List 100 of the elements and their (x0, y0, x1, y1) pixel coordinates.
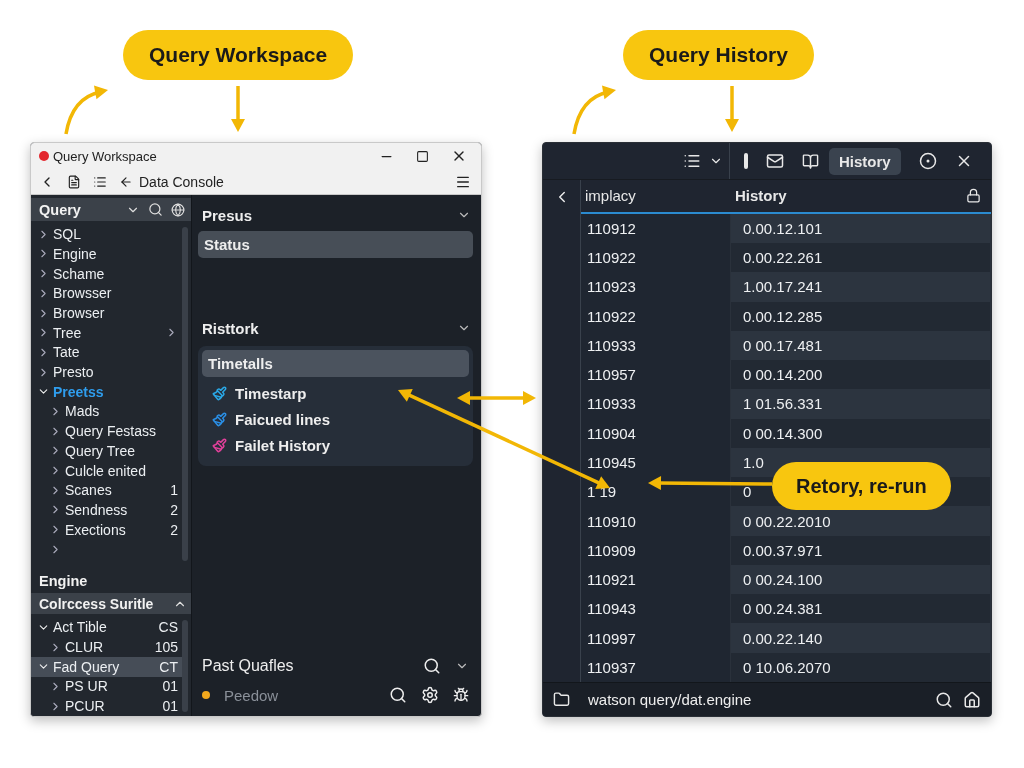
section-title: Colrccess Suritle (39, 595, 154, 612)
home-icon[interactable] (963, 690, 981, 709)
column-header[interactable]: History (735, 187, 787, 205)
tree-label: Browsser (53, 285, 113, 302)
scrollbar[interactable] (182, 620, 188, 712)
curved-arrow (572, 85, 616, 135)
tree-label: Browser (53, 305, 106, 321)
status-dot-icon (39, 151, 49, 161)
tree-row[interactable]: PS UR 01 (31, 676, 182, 697)
tree-label: PS UR (65, 678, 109, 695)
tree-label: Sendness (65, 501, 129, 518)
table-cell: 0.00.22.261 (731, 243, 991, 273)
table-cell: 0 00.14.200 (731, 360, 991, 390)
tree-row[interactable]: Scanes 1 (31, 480, 182, 501)
tree-row[interactable]: Browsser (31, 283, 182, 304)
tree-row[interactable]: Schame (31, 263, 182, 284)
toolbar-title: Data Console (139, 173, 224, 190)
tree-row[interactable]: Browser (31, 303, 182, 323)
tree-label: Tate (53, 344, 81, 361)
item-count: 2 (170, 501, 178, 518)
table-cell: 1 01.56.331 (731, 389, 991, 419)
curved-arrow (64, 85, 108, 135)
lock-icon[interactable] (966, 188, 981, 204)
tree-label: Fad Query (53, 658, 121, 675)
table-cell: 0 10.06.2070 (731, 652, 991, 682)
tree-label: PCUR (65, 698, 106, 715)
list-icon[interactable] (93, 174, 107, 189)
tree-row[interactable]: Engine (31, 244, 182, 264)
tree-label: Scanes (65, 482, 113, 499)
tree-row[interactable]: SQL (31, 224, 182, 245)
tree-row[interactable]: Preetss (31, 381, 182, 402)
tree-row[interactable]: CLUR 105 (31, 637, 182, 657)
list-item[interactable]: Timestarp (235, 384, 307, 402)
section-title: Presus (202, 206, 253, 224)
tree-label: SQL (53, 226, 82, 243)
table-cell: 0 00.17.481 (731, 330, 991, 361)
tree-row[interactable]: Fad Query CT (31, 656, 182, 677)
item-count: CS (158, 619, 178, 636)
table-cell: 0.00.12.285 (731, 301, 991, 331)
list-icon[interactable] (683, 152, 701, 170)
record-icon[interactable] (918, 152, 937, 170)
tree-row[interactable]: Query Festass (31, 421, 182, 441)
settings-icon[interactable] (421, 686, 439, 704)
tree-label: Query Tree (65, 442, 137, 459)
history-tab[interactable]: History (829, 147, 901, 175)
panel-title[interactable]: Timetalls (202, 350, 469, 377)
tree-label: Preetss (53, 383, 105, 400)
document-icon[interactable] (67, 174, 81, 189)
scrollbar[interactable] (182, 227, 188, 561)
maximize-icon[interactable] (416, 149, 429, 163)
tree-label: Exections (65, 521, 127, 538)
tree-row[interactable]: Act Tible CS (31, 617, 182, 638)
sidebar-title: Query (39, 201, 82, 218)
tree-row[interactable]: PCUR 01 (31, 696, 182, 716)
tree-row[interactable]: Culcle enited (31, 460, 182, 481)
list-item[interactable]: Failet History (235, 436, 331, 454)
search-icon[interactable] (148, 202, 163, 218)
folder-icon (553, 691, 570, 708)
search-icon[interactable] (423, 657, 441, 675)
table-cell: 0 00.24.100 (731, 564, 991, 595)
callout-label: Query History (623, 30, 814, 80)
down-arrow (725, 86, 739, 132)
table-cell: 1.00.17.241 (731, 272, 991, 302)
list-item[interactable]: Faicued lines (235, 410, 331, 428)
globe-icon[interactable] (171, 202, 185, 217)
table-cell: 0.00.12.101 (731, 213, 991, 243)
table-cell: 0 00.14.300 (731, 418, 991, 448)
tree-label: Culcle enited (65, 462, 147, 479)
tree-label: Engine (53, 245, 98, 262)
section-title: Past Quafles (202, 657, 295, 675)
tree-row[interactable]: Query Tree (31, 441, 182, 461)
item-count: 2 (170, 521, 178, 538)
item-count: 1 (170, 482, 178, 499)
section-title: Risttork (202, 319, 259, 337)
tree-row[interactable]: Exections 2 (31, 519, 182, 540)
tree-row[interactable]: Mads (31, 401, 182, 422)
tree-row[interactable]: Tate (31, 342, 182, 363)
tree-label: Query Festass (65, 423, 158, 440)
section-header[interactable]: Colrccess Suritle (31, 593, 191, 615)
tree-row[interactable]: Presto (31, 362, 182, 382)
column-header[interactable]: implacy (585, 187, 636, 205)
book-icon[interactable] (802, 152, 819, 170)
tree-label: CLUR (65, 639, 105, 655)
bar-icon[interactable] (744, 153, 748, 169)
section-label: Engine (38, 572, 89, 591)
search-icon[interactable] (935, 690, 953, 709)
table-cell: 0.00.22.140 (731, 623, 991, 653)
tree-row[interactable]: Sendness 2 (31, 500, 182, 520)
tree-row[interactable]: Tree (31, 322, 182, 343)
bug-icon[interactable] (453, 687, 469, 703)
mail-icon[interactable] (766, 152, 784, 170)
callout-label: Retory, re-run (772, 462, 951, 510)
table-cell: 0 00.24.381 (731, 594, 991, 624)
table-cell: 0 00.22.2010 (731, 506, 991, 536)
search-field[interactable]: Peedow (224, 686, 375, 704)
item-count: 01 (162, 678, 178, 695)
table-cell: 0.00.37.971 (731, 535, 991, 565)
item-count: CT (159, 658, 178, 675)
status-bar[interactable]: Status (198, 231, 473, 258)
search-icon[interactable] (389, 686, 407, 704)
